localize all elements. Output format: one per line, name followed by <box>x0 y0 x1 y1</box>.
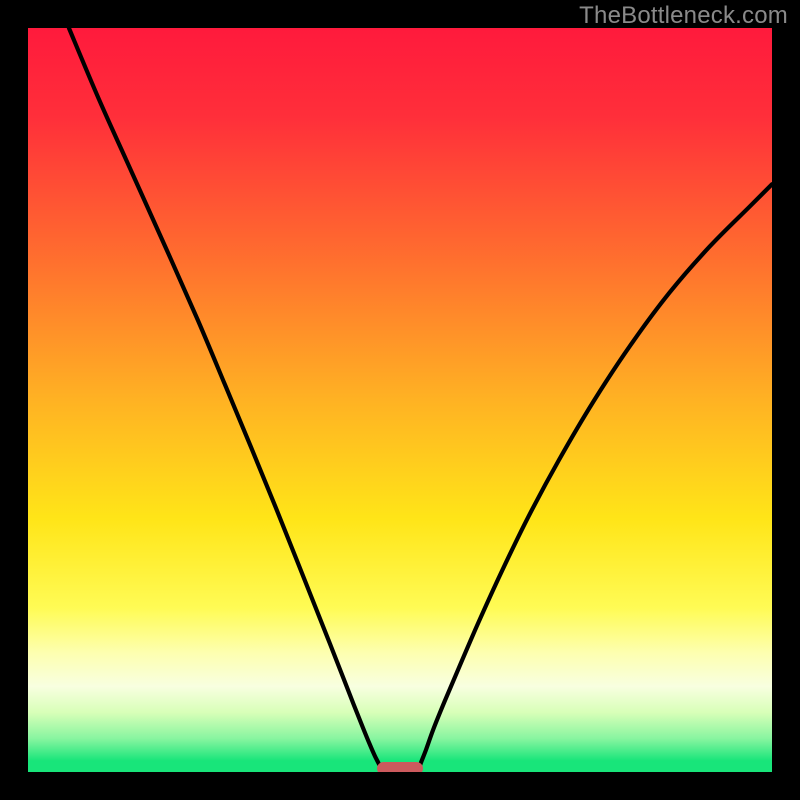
chart-frame: TheBottleneck.com <box>0 0 800 800</box>
watermark-text: TheBottleneck.com <box>579 2 788 30</box>
curve-layer <box>28 28 772 772</box>
curve-right-branch <box>418 184 772 772</box>
plot-area <box>28 28 772 772</box>
vertex-marker <box>377 762 423 772</box>
curve-left-branch <box>69 28 382 772</box>
